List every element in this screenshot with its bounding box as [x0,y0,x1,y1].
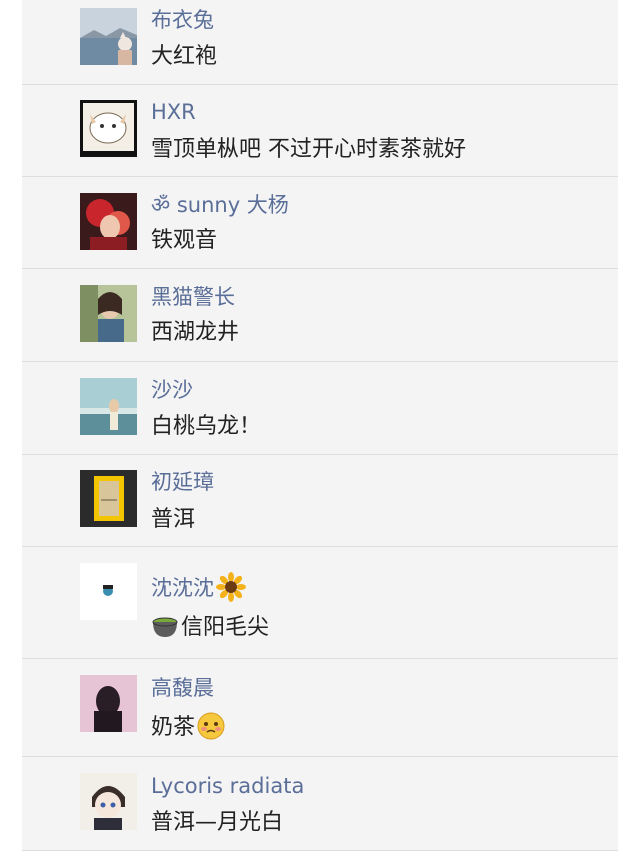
comment-author-name[interactable]: Lycoris radiata [151,773,304,799]
comment-text: 普洱—月光白 [151,810,284,835]
comment-author-name[interactable]: 黑猫警长 [151,284,235,310]
comment-text-content: 奶茶 [151,715,196,740]
author-name-text: 沈沈沈 [151,576,214,600]
user-avatar[interactable] [80,285,137,342]
avatar-image [80,100,137,157]
comment-item: ॐ sunny 大杨 铁观音 [22,177,618,269]
avatar-image [80,378,137,435]
user-avatar[interactable] [80,773,137,830]
comment-item: 布衣兔 大红袍 [22,0,618,85]
comment-author-name[interactable]: 初延璋 [151,469,214,495]
sunflower-icon [216,572,246,602]
comment-text-content: 信阳毛尖 [181,615,270,640]
comment-text: 奶茶 [151,712,225,742]
avatar-image [80,285,137,342]
comment-item: 沈沈沈 信阳毛尖 [22,547,618,659]
comment-list: 布衣兔 大红袍 HXR 雪顶单枞吧 不过开心时素茶就好 ॐ sunny 大杨 铁… [22,0,618,851]
avatar-image [80,675,137,732]
comment-item: Lycoris radiata 普洱—月光白 [22,757,618,851]
comment-author-name[interactable]: 沙沙 [151,377,193,403]
comment-author-name[interactable]: 布衣兔 [151,7,214,33]
comment-text: 大红袍 [151,44,218,69]
comment-text: 雪顶单枞吧 不过开心时素茶就好 [151,137,466,162]
comment-item: HXR 雪顶单枞吧 不过开心时素茶就好 [22,85,618,177]
avatar-image [80,8,137,65]
user-avatar[interactable] [80,470,137,527]
comment-text: 西湖龙井 [151,320,240,345]
user-avatar[interactable] [80,8,137,65]
comment-item: 初延璋 普洱 [22,455,618,547]
user-avatar[interactable] [80,100,137,157]
avatar-image [80,470,137,527]
user-avatar[interactable] [80,675,137,732]
comment-item: 高馥晨 奶茶 [22,659,618,757]
comment-text: 信阳毛尖 [151,614,269,642]
comment-author-name[interactable]: 高馥晨 [151,675,214,701]
tea-cup-icon [151,613,179,639]
comment-author-name[interactable]: ॐ sunny 大杨 [151,192,289,218]
comment-item: 沙沙 白桃乌龙！ [22,362,618,455]
comment-item: 黑猫警长 西湖龙井 [22,269,618,362]
avatar-image [80,193,137,250]
comment-text: 铁观音 [151,228,218,253]
comment-text: 普洱 [151,507,196,532]
avatar-image [80,563,137,620]
avatar-image [80,773,137,830]
user-avatar[interactable] [80,563,137,620]
user-avatar[interactable] [80,378,137,435]
comment-author-name[interactable]: 沈沈沈 [151,572,246,604]
comment-author-name[interactable]: HXR [151,99,196,125]
user-avatar[interactable] [80,193,137,250]
comment-text: 白桃乌龙！ [151,414,262,439]
blushing-face-icon [197,712,225,740]
